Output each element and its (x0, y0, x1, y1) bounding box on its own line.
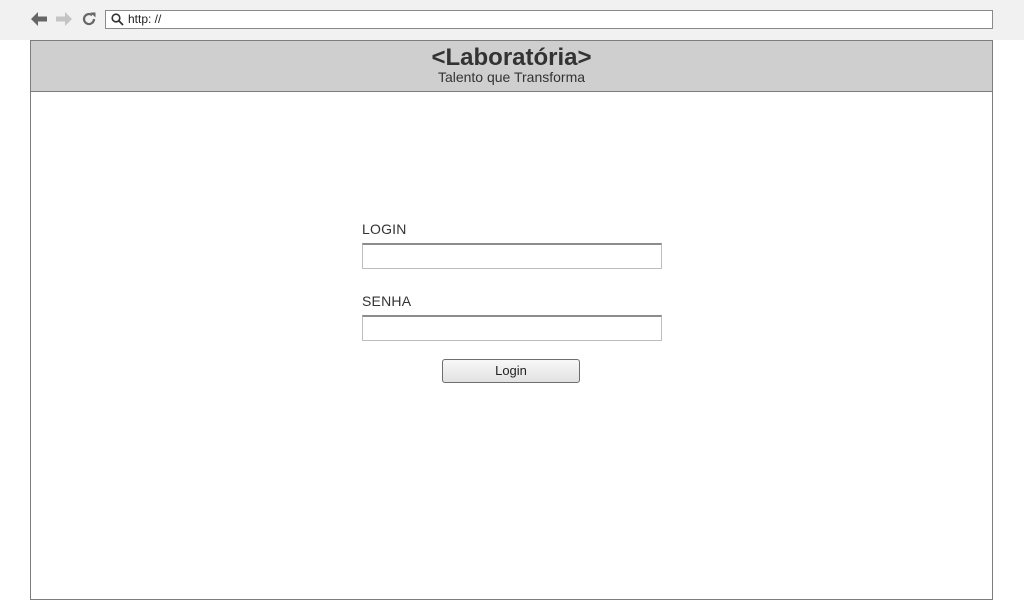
site-header: <Laboratória> Talento que Transforma (31, 41, 992, 92)
forward-arrow-icon[interactable] (54, 9, 74, 29)
url-text: http: // (128, 12, 162, 26)
reload-icon[interactable] (79, 9, 99, 29)
back-arrow-icon[interactable] (29, 9, 49, 29)
search-icon (111, 13, 124, 26)
site-title: <Laboratória> (431, 44, 592, 71)
browser-toolbar: http: // (0, 0, 1024, 40)
login-input[interactable] (362, 243, 662, 269)
address-bar[interactable]: http: // (105, 10, 993, 29)
site-subtitle: Talento que Transforma (437, 69, 586, 85)
login-button[interactable]: Login (442, 359, 580, 383)
password-label: SENHA (362, 293, 412, 309)
page-content: <Laboratória> Talento que Transforma LOG… (30, 40, 993, 600)
password-input[interactable] (362, 315, 662, 341)
login-label: LOGIN (362, 221, 407, 237)
